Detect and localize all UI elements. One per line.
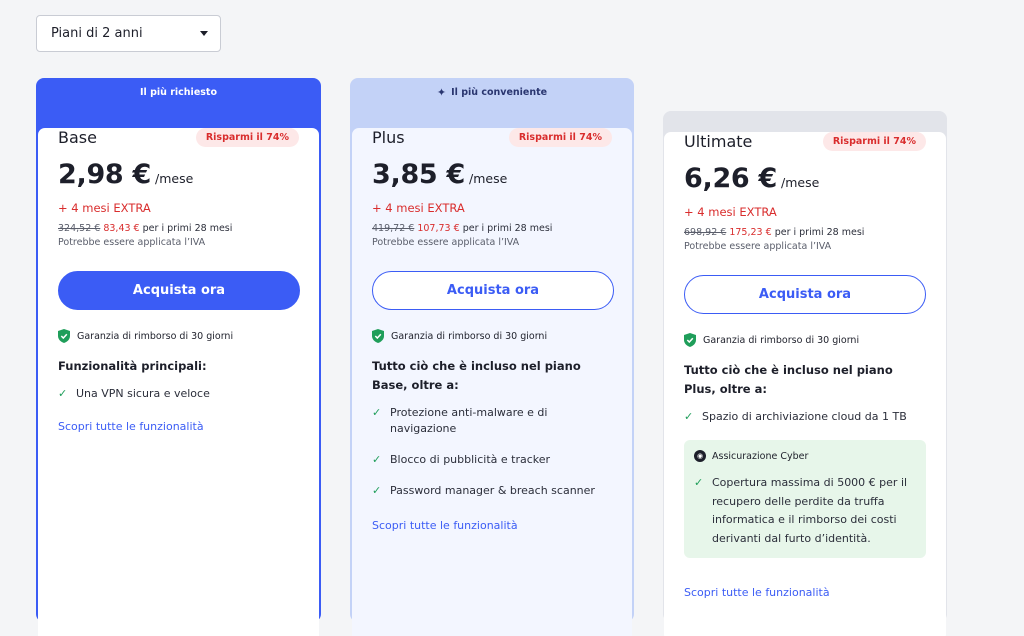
feature-item: ✓ Blocco di pubblicità e tracker [372,452,612,468]
feature-text: Blocco di pubblicità e tracker [390,453,551,466]
plan-name: Base [58,128,97,147]
plan-card-base: Il più richiesto Base Risparmi il 74% 2,… [36,78,321,636]
period-note: per i primi 28 mesi [774,227,865,238]
plan-name: Ultimate [684,132,753,151]
buy-button-ultimate[interactable]: Acquista ora [684,275,926,314]
savings-badge: Risparmi il 74% [822,132,926,151]
period-select[interactable]: Piani di 2 anni [36,15,221,52]
plan-banner-base: Il più richiesto [38,78,319,106]
new-price: 83,43 € [103,223,140,234]
guarantee-row: Garanzia di rimborso di 30 giorni [372,329,612,343]
pricing-details: 698,92 € 175,23 € per i primi 28 mesi [684,227,926,238]
extra-months: + 4 mesi EXTRA [372,201,465,215]
pricing-details: 324,52 € 83,43 € per i primi 28 mesi [58,223,299,234]
buy-button-base[interactable]: Acquista ora [58,271,300,310]
new-price: 107,73 € [417,223,460,234]
pricing-details: 419,72 € 107,73 € per i primi 28 mesi [372,223,612,234]
buy-button-plus[interactable]: Acquista ora [372,271,614,310]
discover-features-link[interactable]: Scopri tutte le funzionalità [58,420,299,433]
feature-item: ✓ Spazio di archiviazione cloud da 1 TB [684,409,926,425]
plan-card-body: Base Risparmi il 74% 2,98 € /mese + 4 me… [38,128,319,636]
feature-list: ✓ Protezione anti-malware e di navigazio… [372,405,612,499]
features-title: Funzionalità principali: [58,359,207,373]
guarantee-row: Garanzia di rimborso di 30 giorni [684,333,926,347]
feature-item: ✓ Protezione anti-malware e di navigazio… [372,405,612,437]
plan-card-plus: ✦ Il più conveniente Plus Risparmi il 74… [350,78,634,636]
price-unit: /mese [469,171,508,186]
check-icon: ✓ [58,387,68,400]
old-price: 419,72 € [372,223,415,234]
plan-card-body: Ultimate Risparmi il 74% 6,26 € /mese + … [664,132,946,636]
feature-text: Protezione anti-malware e di navigazione [390,406,548,435]
features-title: Tutto ciò che è incluso nel piano Plus, … [684,363,893,396]
pricing-page: Piani di 2 anni Il più richiesto Base Ri… [0,0,1024,636]
feature-list: ✓ Spazio di archiviazione cloud da 1 TB [684,409,926,425]
period-note: per i primi 28 mesi [142,223,233,234]
feature-text: Una VPN sicura e veloce [76,387,210,400]
chevron-down-icon [200,31,208,36]
cyber-insurance-box: ◉ Assicurazione Cyber ✓ Copertura massim… [684,440,926,558]
plan-name: Plus [372,128,405,147]
discover-features-link[interactable]: Scopri tutte le funzionalità [684,586,926,599]
guarantee-text: Garanzia di rimborso di 30 giorni [391,330,548,342]
check-icon: ✓ [372,453,382,466]
feature-text: Password manager & breach scanner [390,484,595,497]
plan-card-body: Plus Risparmi il 74% 3,85 € /mese + 4 me… [352,128,632,636]
vat-note: Potrebbe essere applicata l’IVA [372,237,520,248]
plan-card-ultimate: Ultimate Risparmi il 74% 6,26 € /mese + … [663,111,947,636]
check-icon: ✓ [684,410,694,423]
shield-check-icon [684,333,696,347]
plan-price: 6,26 € [684,163,778,194]
plan-price: 2,98 € [58,159,152,190]
cyber-insurance-feature: ✓ Copertura massima di 5000 € per il rec… [694,474,914,548]
check-icon: ✓ [372,406,382,419]
feature-text: Spazio di archiviazione cloud da 1 TB [702,410,907,423]
guarantee-text: Garanzia di rimborso di 30 giorni [77,330,234,342]
price-unit: /mese [155,171,194,186]
guarantee-row: Garanzia di rimborso di 30 giorni [58,329,299,343]
plan-banner-plus: ✦ Il più conveniente [352,78,632,106]
sparkle-icon: ✦ [436,85,447,99]
check-icon: ✓ [372,484,382,497]
cyber-insurance-icon: ◉ [694,450,706,462]
feature-list: ✓ Una VPN sicura e veloce [58,386,299,402]
features-title: Tutto ciò che è incluso nel piano Base, … [372,359,581,392]
discover-features-link[interactable]: Scopri tutte le funzionalità [372,519,612,532]
vat-note: Potrebbe essere applicata l’IVA [684,241,832,252]
vat-note: Potrebbe essere applicata l’IVA [58,237,206,248]
banner-text: Il più conveniente [451,86,548,98]
check-icon: ✓ [694,476,704,489]
old-price: 698,92 € [684,227,727,238]
old-price: 324,52 € [58,223,101,234]
price-unit: /mese [781,175,820,190]
savings-badge: Risparmi il 74% [508,128,612,147]
new-price: 175,23 € [729,227,772,238]
feature-item: ✓ Password manager & breach scanner [372,483,612,499]
extra-months: + 4 mesi EXTRA [58,201,151,215]
cyber-insurance-title: Assicurazione Cyber [712,450,809,462]
extra-months: + 4 mesi EXTRA [684,205,777,219]
banner-text: Il più richiesto [140,86,217,98]
cyber-feature-text: Copertura massima di 5000 € per il recup… [712,476,908,545]
period-select-value: Piani di 2 anni [51,26,143,41]
savings-badge: Risparmi il 74% [195,128,299,147]
period-note: per i primi 28 mesi [462,223,553,234]
plan-price: 3,85 € [372,159,466,190]
guarantee-text: Garanzia di rimborso di 30 giorni [703,334,860,346]
cyber-insurance-header: ◉ Assicurazione Cyber [694,450,914,462]
shield-check-icon [372,329,384,343]
shield-check-icon [58,329,70,343]
feature-item: ✓ Una VPN sicura e veloce [58,386,299,402]
